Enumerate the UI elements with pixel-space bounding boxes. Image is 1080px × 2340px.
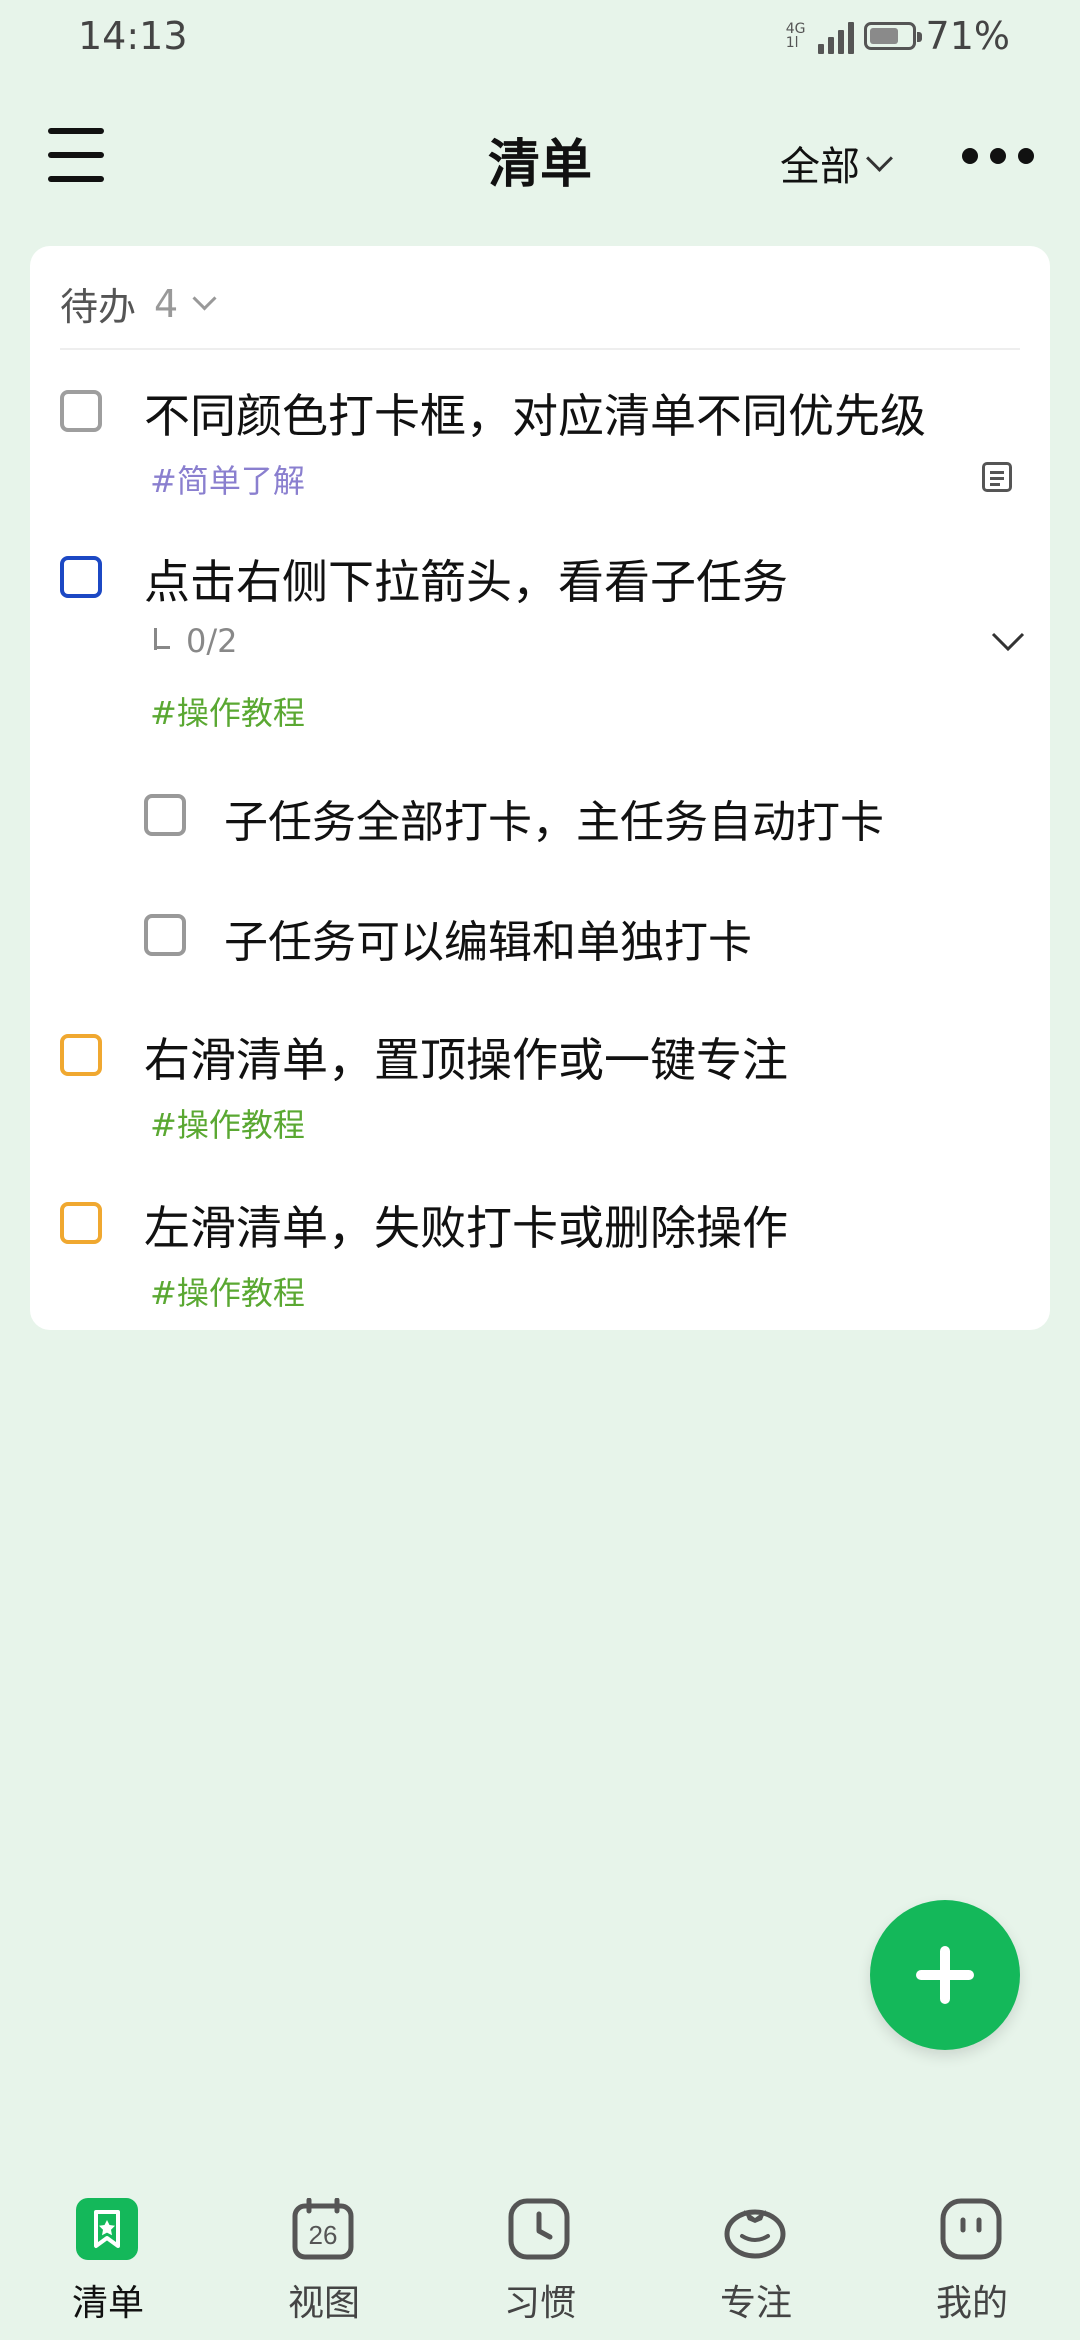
note-icon	[982, 462, 1012, 492]
nav-label: 清单	[71, 2283, 144, 2324]
task-title: 右滑清单，置顶操作或一键专注	[144, 1033, 788, 1087]
chevron-down-icon	[866, 144, 893, 172]
status-indicators: 4G 1l 71%	[786, 14, 1010, 58]
network-type-label: 4G	[785, 21, 806, 37]
subtask-title: 子任务可以编辑和单独打卡	[224, 917, 752, 968]
subtask-title: 子任务全部打卡，主任务自动打卡	[224, 797, 884, 848]
task-title: 左滑清单，失败打卡或删除操作	[144, 1201, 788, 1255]
clock-icon	[508, 2198, 570, 2260]
battery-icon	[863, 22, 922, 50]
task-tag[interactable]: #操作教程	[150, 1268, 305, 1314]
task-tag[interactable]: #操作教程	[150, 1100, 305, 1146]
subtask-icon	[150, 628, 176, 654]
nav-label: 我的	[935, 2283, 1008, 2324]
subtask-checkbox[interactable]	[144, 914, 186, 956]
filter-label: 全部	[780, 144, 860, 190]
battery-percent: 71%	[925, 14, 1010, 58]
subtask-count: 0/2	[186, 622, 238, 660]
bottom-nav: 清单 26 视图 习惯 专注 我的	[0, 2190, 1080, 2340]
chevron-down-icon	[192, 286, 217, 311]
more-dot-icon	[990, 148, 1006, 164]
nav-label: 习惯	[503, 2283, 576, 2324]
page-title: 清单	[487, 135, 592, 195]
nav-item-profile[interactable]: 我的	[864, 2190, 1080, 2340]
profile-icon	[940, 2198, 1002, 2260]
more-options-button[interactable]	[962, 148, 1034, 164]
status-time: 14:13	[78, 14, 188, 58]
task-title: 不同颜色打卡框，对应清单不同优先级	[144, 389, 926, 443]
subtask-progress: 0/2	[150, 622, 238, 660]
group-label: 待办	[60, 285, 137, 329]
nav-item-checklist[interactable]: 清单	[0, 2190, 216, 2340]
task-title: 点击右侧下拉箭头，看看子任务	[144, 555, 788, 609]
chevron-down-icon[interactable]	[990, 630, 1026, 654]
nav-item-habits[interactable]: 习惯	[432, 2190, 648, 2340]
calendar-icon: 26	[292, 2198, 354, 2260]
status-bar: 14:13 4G 1l 71%	[0, 0, 1080, 80]
subtask-checkbox[interactable]	[144, 794, 186, 836]
svg-text:26: 26	[309, 2220, 338, 2250]
checklist-icon	[76, 2198, 138, 2260]
task-checkbox[interactable]	[60, 1202, 102, 1244]
task-checkbox[interactable]	[60, 390, 102, 432]
task-checkbox[interactable]	[60, 1034, 102, 1076]
app-header: 清单 全部	[0, 110, 1080, 200]
group-count: 4	[154, 281, 179, 326]
nav-item-view[interactable]: 26 视图	[216, 2190, 432, 2340]
more-dot-icon	[1018, 148, 1034, 164]
signal-icon	[817, 18, 854, 54]
divider	[60, 348, 1020, 350]
tomato-icon	[724, 2209, 786, 2259]
group-header-todo[interactable]: 待办 4	[60, 276, 217, 331]
task-tag[interactable]: #简单了解	[150, 456, 305, 502]
task-tag[interactable]: #操作教程	[150, 688, 305, 734]
task-checkbox[interactable]	[60, 556, 102, 598]
more-dot-icon	[962, 148, 978, 164]
network-sub-label: 1l	[785, 35, 799, 51]
network-type: 4G 1l	[786, 22, 806, 50]
nav-label: 专注	[719, 2283, 792, 2324]
nav-item-focus[interactable]: 专注	[648, 2190, 864, 2340]
task-list-card: 待办 4 不同颜色打卡框，对应清单不同优先级 #简单了解 点击右侧下拉箭头，看看…	[30, 246, 1050, 1330]
filter-dropdown[interactable]: 全部	[780, 134, 893, 192]
nav-label: 视图	[287, 2283, 360, 2324]
add-task-button[interactable]	[870, 1900, 1020, 2050]
